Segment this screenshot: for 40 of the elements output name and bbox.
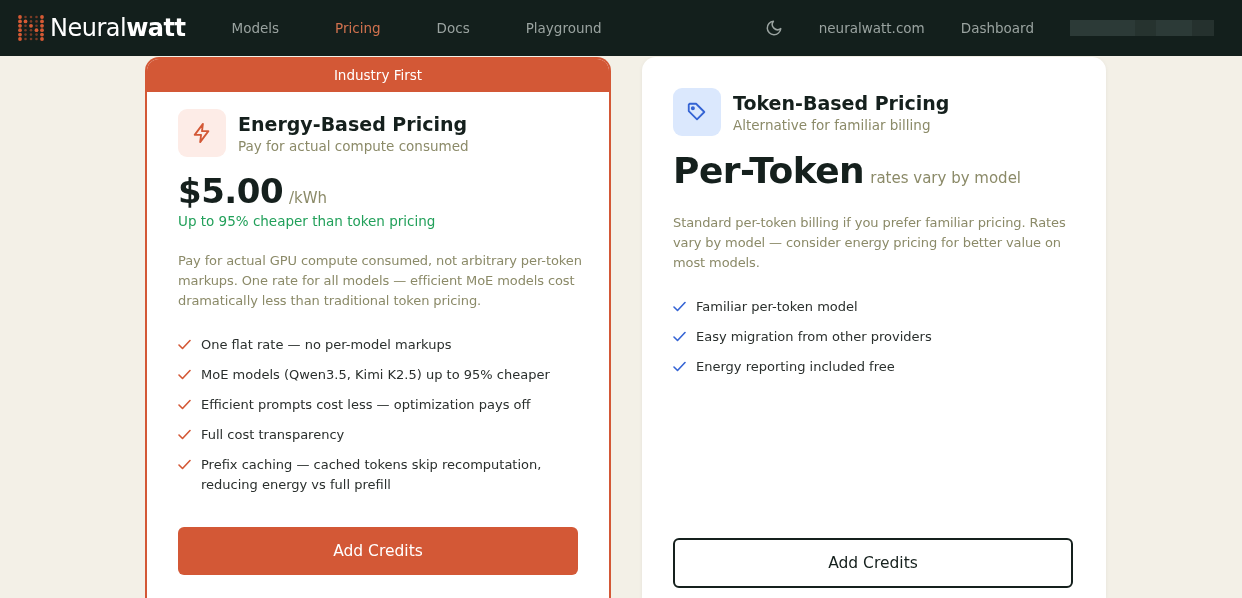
banner-label: Industry First xyxy=(333,66,423,83)
check-icon xyxy=(178,369,191,380)
nav-link[interactable]: Docs xyxy=(436,16,470,40)
brand-name: Neuralwatt xyxy=(50,14,186,42)
price: Per-Token xyxy=(673,150,865,191)
moon-icon[interactable] xyxy=(764,19,783,37)
plan-title: Energy-Based Pricing xyxy=(238,112,469,135)
feature-text: Full cost transparency xyxy=(201,426,345,444)
nav-link[interactable]: Pricing xyxy=(335,16,381,40)
add-credits-button[interactable]: Add Credits xyxy=(178,527,578,575)
check-icon xyxy=(178,399,191,410)
feature-text: Easy migration from other providers xyxy=(696,328,932,346)
check-icon xyxy=(178,429,191,440)
add-credits-button[interactable]: Add Credits xyxy=(673,538,1073,588)
plan-description: Pay for actual GPU compute consumed, not arbitrary per-token markups. One rate for all models — efficient MoE models cost dramatically less than traditional token pricing. xyxy=(178,252,582,310)
nav-link[interactable]: Dashboard xyxy=(960,20,1034,36)
feature-text: Efficient prompts cost less — optimization pays off xyxy=(201,396,531,414)
check-icon xyxy=(178,339,191,350)
feature-text: MoE models (Qwen3.5, Kimi K2.5) up to 95% cheaper xyxy=(201,366,550,384)
plan-description: Standard per-token billing if you prefer familiar pricing. Rates vary by model — consider energy pricing for better value on most models. xyxy=(673,214,1067,272)
price-unit: /kWh xyxy=(289,189,328,207)
check-icon xyxy=(673,361,686,372)
feature-text: Prefix caching — cached tokens skip recomputation, reducing energy vs full prefill xyxy=(201,456,543,494)
price-unit: rates vary by model xyxy=(870,169,1022,187)
price: $5.00 xyxy=(178,171,284,211)
check-icon xyxy=(673,331,686,342)
tag-icon xyxy=(686,101,708,123)
logo-icon xyxy=(18,15,44,41)
feature-text: Familiar per-token model xyxy=(696,298,858,316)
check-icon xyxy=(178,459,191,470)
nav-link[interactable]: Models xyxy=(231,16,280,40)
savings-note: Up to 95% cheaper than token pricing xyxy=(178,213,437,229)
feature-text: Energy reporting included free xyxy=(696,358,895,376)
plan-title: Token-Based Pricing xyxy=(733,91,950,114)
feature-text: One flat rate — no per-model markups xyxy=(201,336,452,354)
nav-link[interactable]: neuralwatt.com xyxy=(818,20,925,36)
nav-link[interactable]: Playground xyxy=(525,16,602,40)
check-icon xyxy=(673,301,686,312)
plan-subtitle: Pay for actual compute consumed xyxy=(238,137,469,154)
plan-subtitle: Alternative for familiar billing xyxy=(733,116,932,133)
